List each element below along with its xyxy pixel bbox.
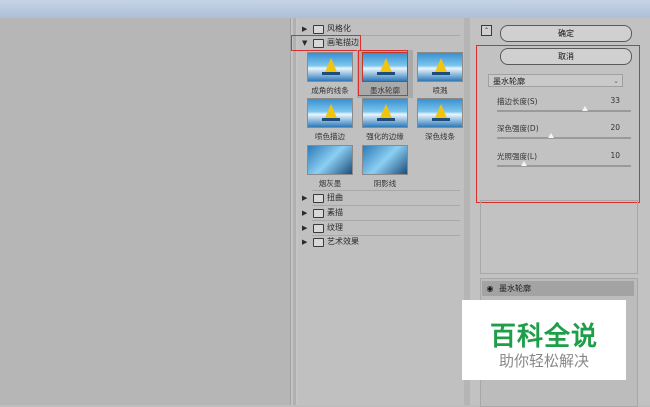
- filter-label: 喷色描边: [315, 132, 345, 141]
- expand-triangle-icon: ▶: [302, 25, 308, 33]
- folder-artistic[interactable]: ▶ 艺术效果: [302, 236, 359, 248]
- filter-preview-image: [417, 52, 463, 82]
- filter-thumb-dark-strokes[interactable]: 深色线条: [412, 96, 468, 144]
- filter-thumb-spatter[interactable]: 喷溅: [412, 50, 468, 98]
- eye-icon[interactable]: ◉: [482, 284, 495, 293]
- watermark-logo: 百科全说 助你轻松解决: [462, 300, 626, 380]
- expand-triangle-icon: ▶: [302, 209, 308, 217]
- folder-icon: [313, 208, 324, 218]
- image-preview-area[interactable]: [0, 18, 290, 405]
- folder-sketch[interactable]: ▶ 素描: [302, 207, 343, 219]
- folder-distort[interactable]: ▶ 扭曲: [302, 192, 343, 204]
- filter-thumb-crosshatch[interactable]: 阴影线: [357, 143, 413, 191]
- folder-label: 艺术效果: [327, 237, 359, 246]
- folder-icon: [313, 237, 324, 247]
- collapse-icon[interactable]: ⌃: [481, 25, 492, 36]
- folder-texture[interactable]: ▶ 纹理: [302, 222, 343, 234]
- highlight-box-settings: [476, 45, 640, 203]
- filter-preview-image: [307, 52, 353, 82]
- filter-preview-image: [362, 145, 408, 175]
- folder-label: 素描: [327, 208, 343, 217]
- filter-preview-image: [307, 145, 353, 175]
- folder-icon: [313, 24, 324, 34]
- filter-label: 成角的线条: [311, 86, 349, 95]
- settings-empty-area: [480, 200, 638, 274]
- filter-label: 阴影线: [373, 179, 397, 188]
- filter-thumb-sumi-e[interactable]: 烟灰墨: [302, 143, 358, 191]
- divider: [312, 190, 460, 191]
- filter-label: 深色线条: [425, 132, 455, 141]
- folder-stylize[interactable]: ▶ 风格化: [302, 23, 351, 35]
- filter-preview-image: [307, 98, 353, 128]
- ok-button[interactable]: 确定: [500, 25, 632, 42]
- folder-icon: [313, 223, 324, 233]
- folder-label: 纹理: [327, 223, 343, 232]
- divider: [312, 205, 460, 206]
- folder-label: 扭曲: [327, 193, 343, 202]
- effect-layer-row[interactable]: ◉ 墨水轮廓: [482, 281, 634, 296]
- filter-preview-image: [362, 98, 408, 128]
- divider: [312, 220, 460, 221]
- filter-thumb-sprayed-strokes[interactable]: 喷色描边: [302, 96, 358, 144]
- highlight-box-folder: [291, 35, 361, 51]
- title-bar: [0, 0, 650, 18]
- expand-triangle-icon: ▶: [302, 238, 308, 246]
- highlight-box-thumb: [358, 50, 408, 96]
- filter-label: 喷溅: [432, 86, 448, 95]
- filter-label: 烟灰墨: [318, 179, 342, 188]
- filter-thumb-accented-edges[interactable]: 强化的边缘: [357, 96, 413, 144]
- watermark-title: 百科全说: [489, 322, 598, 352]
- expand-triangle-icon: ▶: [302, 194, 308, 202]
- expand-triangle-icon: ▶: [302, 224, 308, 232]
- layer-label: 墨水轮廓: [499, 284, 531, 293]
- filter-thumb-angled-strokes[interactable]: 成角的线条: [302, 50, 358, 98]
- folder-icon: [313, 193, 324, 203]
- watermark-subtitle: 助你轻松解决: [498, 352, 589, 370]
- filter-label: 强化的边缘: [366, 132, 404, 141]
- filter-preview-image: [417, 98, 463, 128]
- folder-label: 风格化: [327, 24, 351, 33]
